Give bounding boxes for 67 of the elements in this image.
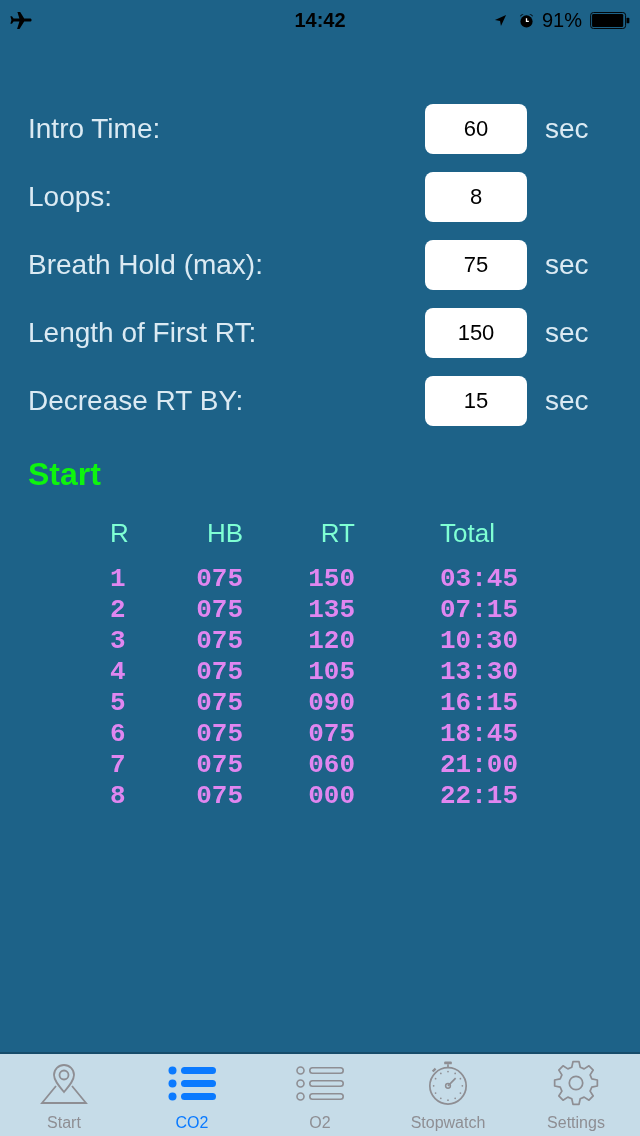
- table-cell: 13:30: [440, 657, 518, 688]
- tab-button[interactable]: Settings: [512, 1054, 640, 1136]
- table-cell: 6: [110, 719, 126, 750]
- input-field[interactable]: 8: [425, 172, 527, 222]
- table-cell: 120: [308, 626, 355, 657]
- table-cell: 16:15: [440, 688, 518, 719]
- table-cell: 03:45: [440, 564, 518, 595]
- start-button[interactable]: Start: [28, 456, 101, 493]
- setting-label: Breath Hold (max):: [28, 248, 264, 282]
- map-pin-icon: [40, 1062, 88, 1104]
- table-cell: 2: [110, 595, 126, 626]
- unit-label: sec: [545, 316, 589, 350]
- input-field[interactable]: 60: [425, 104, 527, 154]
- tab-button[interactable]: O2: [256, 1054, 384, 1136]
- table-cell: 075: [196, 719, 243, 750]
- setting-label: Length of First RT:: [28, 316, 258, 350]
- table-cell: 075: [196, 781, 243, 812]
- table-cell: 075: [196, 750, 243, 781]
- settings-gear-icon: [553, 1060, 599, 1106]
- table-cell: 21:00: [440, 750, 518, 781]
- table-cell: 105: [308, 657, 355, 688]
- table-cell: 4: [110, 657, 126, 688]
- setting-label: Decrease RT BY:: [28, 384, 245, 418]
- setting-label: Intro Time:: [28, 112, 162, 146]
- table-cell: 8: [110, 781, 126, 812]
- unit-label: sec: [545, 248, 589, 282]
- table-cell: 075: [308, 719, 355, 750]
- airplane-icon: [10, 11, 32, 29]
- unit-label: sec: [545, 384, 589, 418]
- table-cell: 18:45: [440, 719, 518, 750]
- table-cell: 150: [308, 564, 355, 595]
- table-cell: 075: [196, 564, 243, 595]
- setting-label: Loops:: [28, 180, 114, 214]
- table-cell: 1: [110, 564, 126, 595]
- column-header: Total: [440, 518, 495, 548]
- alarm-clock-icon: [518, 12, 534, 28]
- clock-time: 14:42: [294, 10, 346, 30]
- table-cell: 075: [196, 595, 243, 626]
- tab-button[interactable]: CO2: [128, 1054, 256, 1136]
- table-cell: 075: [196, 657, 243, 688]
- tab-button[interactable]: Stopwatch: [384, 1054, 512, 1136]
- input-field[interactable]: 150: [425, 308, 527, 358]
- column-header: HB: [206, 518, 243, 548]
- table-cell: 5: [110, 688, 126, 719]
- stopwatch-icon: [426, 1060, 470, 1106]
- battery-icon: [590, 11, 630, 29]
- table-cell: 3: [110, 626, 126, 657]
- column-header: RT: [320, 518, 355, 548]
- unit-label: sec: [545, 112, 589, 146]
- table-cell: 075: [196, 626, 243, 657]
- table-cell: 135: [308, 595, 355, 626]
- table-cell: 07:15: [440, 595, 518, 626]
- table-cell: 090: [308, 688, 355, 719]
- tab-button[interactable]: Start: [0, 1054, 128, 1136]
- input-field[interactable]: 75: [425, 240, 527, 290]
- input-field[interactable]: 15: [425, 376, 527, 426]
- table-cell: 10:30: [440, 626, 518, 657]
- table-cell: 075: [196, 688, 243, 719]
- location-arrow-icon: [493, 13, 507, 27]
- battery-percentage: 91%: [541, 10, 582, 30]
- table-cell: 000: [308, 781, 355, 812]
- table-cell: 22:15: [440, 781, 518, 812]
- table-cell: 060: [308, 750, 355, 781]
- list-icon: [168, 1064, 216, 1102]
- column-header: R: [110, 518, 129, 548]
- table-cell: 7: [110, 750, 126, 781]
- list-icon: [296, 1064, 344, 1102]
